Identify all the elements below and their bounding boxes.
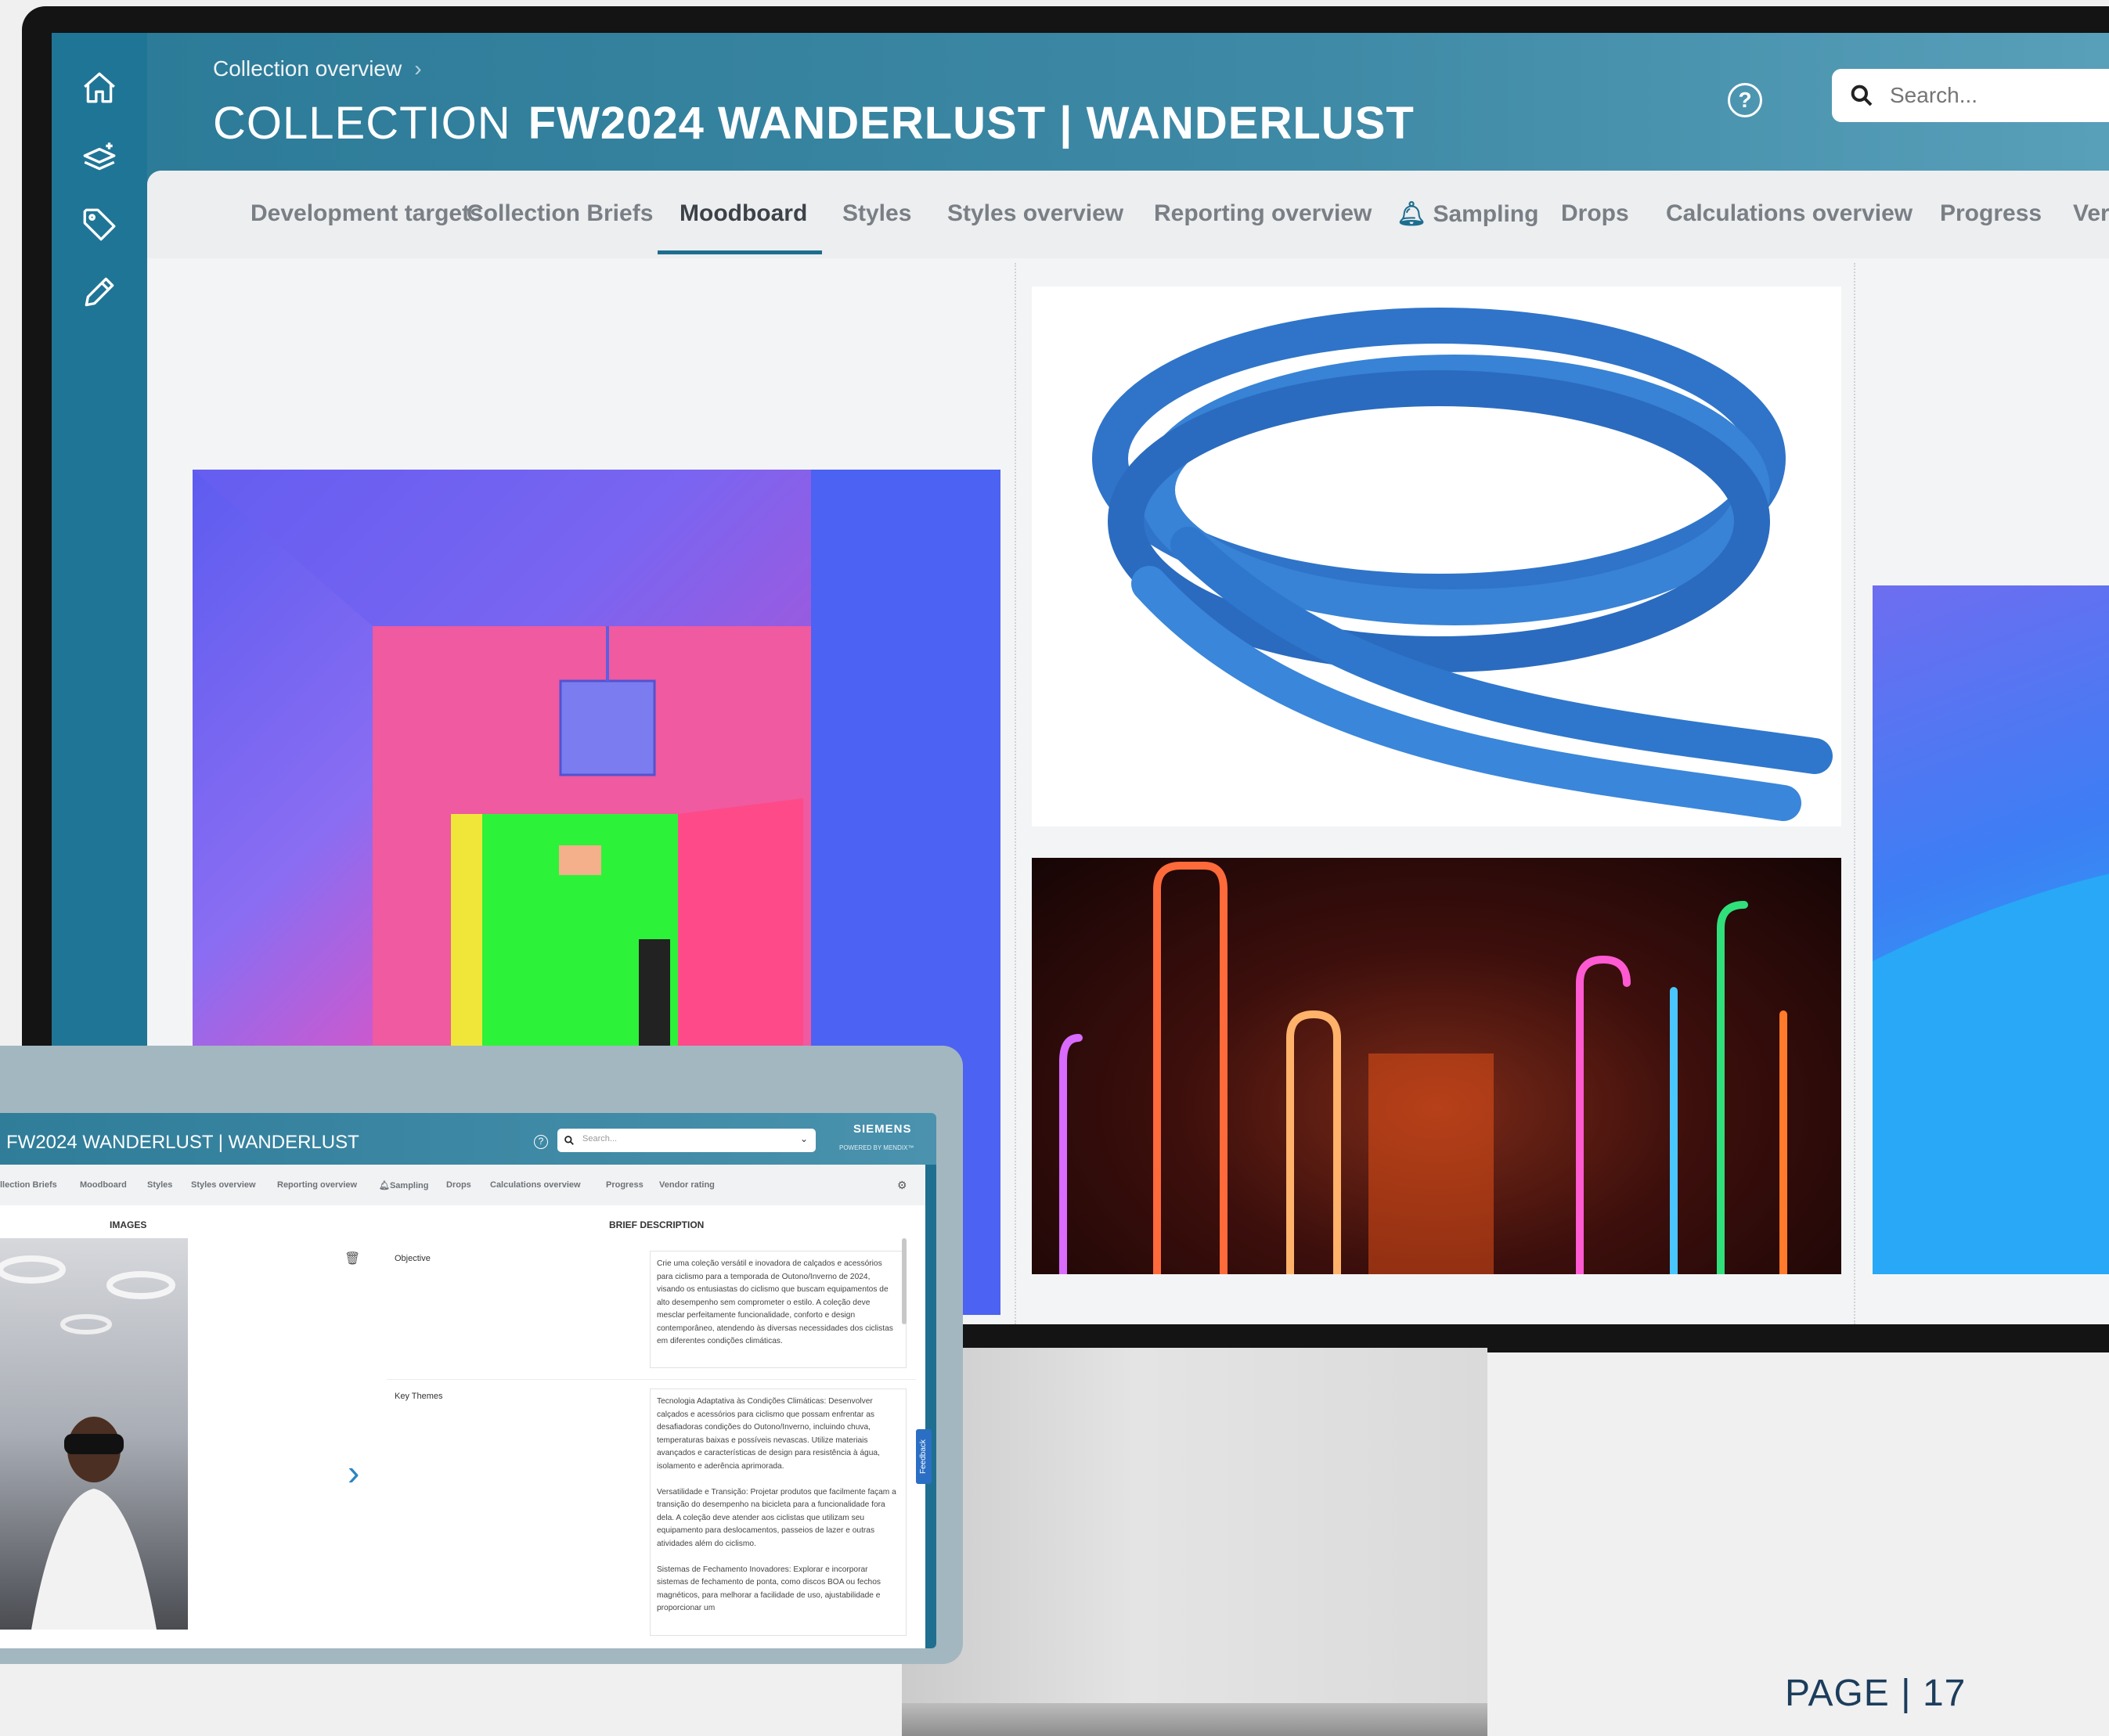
- page-title: COLLECTION FW2024 WANDERLUST | WANDERLUST: [213, 97, 1415, 149]
- column-divider: [1854, 263, 1855, 1324]
- objective-textarea[interactable]: Crie uma coleção versátil e inovadora de…: [650, 1251, 907, 1368]
- brief-description-heading: BRIEF DESCRIPTION: [609, 1219, 705, 1230]
- tablet-help-icon[interactable]: ?: [534, 1135, 548, 1149]
- blue-gradient-photo[interactable]: [1873, 585, 2109, 1274]
- tablet-page-title: FW2024 WANDERLUST | WANDERLUST: [6, 1132, 359, 1153]
- tab-styles[interactable]: Styles: [842, 200, 911, 227]
- breadcrumb-chevron-icon: ›: [414, 56, 422, 81]
- tab-progress[interactable]: Progress: [1940, 200, 2042, 227]
- tablet-tab-moodboard[interactable]: Moodboard: [80, 1180, 127, 1190]
- shoelace-illustration: [1092, 308, 1833, 821]
- tab-sampling-label: Sampling: [1433, 201, 1539, 227]
- powered-by-label: POWERED BY MENDIX™: [839, 1144, 914, 1151]
- tablet-tab-reporting-overview[interactable]: Reporting overview: [277, 1180, 357, 1190]
- tablet-header: FW2024 WANDERLUST | WANDERLUST ? Search.…: [0, 1113, 936, 1165]
- search-box[interactable]: [1832, 69, 2109, 122]
- column-divider: [1015, 263, 1016, 1324]
- tab-reporting-overview[interactable]: Reporting overview: [1154, 200, 1372, 227]
- search-icon: [564, 1136, 574, 1145]
- blue-shoelace-photo[interactable]: [1032, 286, 1841, 827]
- tab-styles-overview[interactable]: Styles overview: [947, 200, 1123, 227]
- search-icon: [1851, 85, 1873, 106]
- tablet-tab-sampling[interactable]: 🔔︎Sampling: [379, 1180, 428, 1190]
- tab-collection-briefs[interactable]: Collection Briefs: [467, 200, 653, 227]
- key-themes-textarea[interactable]: Tecnologia Adaptativa às Condições Climá…: [650, 1388, 907, 1636]
- page-number: PAGE | 17: [1785, 1673, 1967, 1714]
- chevron-down-icon[interactable]: ⌄: [800, 1133, 808, 1144]
- bell-icon: 🔔︎: [379, 1181, 390, 1190]
- tablet-search-placeholder: Search...: [582, 1134, 618, 1144]
- tag-icon[interactable]: [80, 205, 119, 244]
- tablet-tab-drops[interactable]: Drops: [446, 1180, 471, 1190]
- tab-moodboard[interactable]: Moodboard: [680, 200, 807, 227]
- neon-tubes-illustration: [1059, 862, 1787, 1274]
- row-divider: [387, 1379, 916, 1380]
- tablet-tab-progress[interactable]: Progress: [606, 1180, 644, 1190]
- breadcrumb-link[interactable]: Collection overview: [213, 56, 402, 81]
- tablet-tab-styles[interactable]: Styles: [147, 1180, 172, 1190]
- images-heading: IMAGES: [110, 1219, 147, 1230]
- presentation-slide: Collection overview › COLLECTION FW2024 WA…: [0, 0, 2109, 1736]
- monitor-stand-base: [902, 1703, 1487, 1736]
- title-prefix: COLLECTION: [213, 98, 511, 149]
- pencil-icon[interactable]: [80, 272, 119, 312]
- tablet-screen: FW2024 WANDERLUST | WANDERLUST ? Search.…: [0, 1113, 936, 1648]
- vr-crowd-photo[interactable]: [0, 1238, 188, 1630]
- monitor-stand: [902, 1348, 1487, 1736]
- scrollbar[interactable]: [902, 1238, 907, 1324]
- layers-add-icon[interactable]: [80, 138, 119, 177]
- tablet-right-edge: [925, 1165, 936, 1648]
- tablet-tab-calculations-overview[interactable]: Calculations overview: [490, 1180, 581, 1190]
- next-image-icon[interactable]: ›: [348, 1451, 359, 1493]
- tab-development-targets[interactable]: Development targets: [251, 200, 483, 227]
- objective-label: Objective: [395, 1254, 431, 1263]
- vr-crowd-illustration: [0, 1255, 175, 1630]
- key-themes-label: Key Themes: [395, 1392, 443, 1401]
- gear-icon[interactable]: ⚙: [897, 1179, 907, 1192]
- tab-sampling[interactable]: 🔔︎ Sampling: [1397, 200, 1538, 228]
- help-icon[interactable]: ?: [1728, 83, 1762, 117]
- tablet-search-box[interactable]: Search... ⌄: [557, 1129, 816, 1152]
- tablet-tab-bar: llection Briefs Moodboard Styles Styles …: [0, 1165, 925, 1205]
- tab-vendor-rating[interactable]: Ver: [2073, 200, 2109, 227]
- breadcrumb[interactable]: Collection overview ›: [213, 56, 422, 81]
- tablet-tab-vendor-rating[interactable]: Vendor rating: [659, 1180, 715, 1190]
- page-header: Collection overview › COLLECTION FW2024 WA…: [147, 33, 2109, 171]
- tablet-tab-styles-overview[interactable]: Styles overview: [191, 1180, 256, 1190]
- home-icon[interactable]: [80, 69, 119, 108]
- delete-icon[interactable]: 🗑︎: [344, 1251, 360, 1266]
- active-tab-indicator: [658, 250, 822, 254]
- tab-bar: Development targets Collection Briefs Mo…: [147, 171, 2109, 258]
- tablet-tab-collection-briefs[interactable]: llection Briefs: [0, 1180, 57, 1190]
- tablet-device: FW2024 WANDERLUST | WANDERLUST ? Search.…: [0, 1046, 963, 1664]
- tab-calculations-overview[interactable]: Calculations overview: [1666, 200, 1913, 227]
- blue-wave-illustration: [1873, 873, 2109, 1274]
- tab-drops[interactable]: Drops: [1561, 200, 1629, 227]
- neon-tubes-photo[interactable]: [1032, 858, 1841, 1274]
- tablet-tab-sampling-label: Sampling: [389, 1181, 429, 1190]
- bell-icon: 🔔︎: [1397, 201, 1427, 227]
- search-input[interactable]: [1890, 78, 2109, 113]
- collection-name: FW2024 WANDERLUST | WANDERLUST: [528, 98, 1415, 149]
- feedback-button[interactable]: Feedback: [916, 1429, 932, 1484]
- siemens-logo: SIEMENS: [853, 1122, 912, 1136]
